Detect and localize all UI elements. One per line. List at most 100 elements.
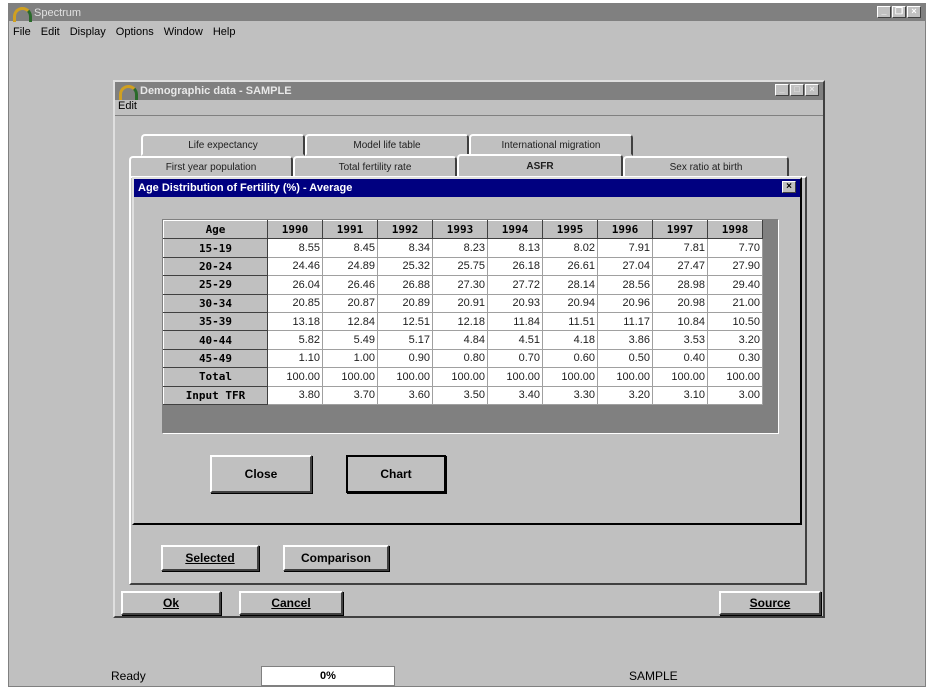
table-cell[interactable]: 4.51 (487, 330, 543, 350)
table-cell[interactable]: 20.87 (322, 293, 378, 313)
fertility-dialog-title-bar[interactable]: Age Distribution of Fertility (%) - Aver… (134, 179, 800, 197)
table-cell[interactable]: 20.94 (542, 293, 598, 313)
table-cell[interactable]: 3.86 (597, 330, 653, 350)
selected-button[interactable]: Selected (161, 545, 259, 571)
menu-options[interactable]: Options (116, 26, 154, 38)
table-cell[interactable]: 26.18 (487, 256, 543, 277)
table-cell[interactable]: 1.10 (267, 348, 323, 369)
table-cell[interactable]: 5.49 (322, 330, 378, 350)
table-cell[interactable]: 100.00 (652, 367, 708, 387)
table-cell[interactable]: 1.00 (322, 348, 378, 369)
table-cell[interactable]: 7.91 (597, 238, 653, 258)
table-cell[interactable]: 27.72 (487, 275, 543, 295)
table-cell[interactable]: 100.00 (322, 367, 378, 387)
table-cell[interactable]: 0.80 (432, 348, 488, 369)
table-cell[interactable]: 26.04 (267, 275, 323, 295)
table-cell[interactable]: 29.40 (707, 275, 763, 295)
table-cell[interactable]: 0.30 (707, 348, 763, 369)
table-cell[interactable]: 8.02 (542, 238, 598, 258)
table-cell[interactable]: 4.18 (542, 330, 598, 350)
table-cell[interactable]: 0.50 (597, 348, 653, 369)
menu-window[interactable]: Window (164, 26, 203, 38)
table-cell[interactable]: 3.60 (377, 385, 433, 405)
table-cell[interactable]: 20.96 (597, 293, 653, 313)
table-cell[interactable]: 3.20 (707, 330, 763, 350)
table-cell[interactable]: 100.00 (432, 367, 488, 387)
close-button[interactable]: Close (210, 455, 312, 493)
table-cell[interactable]: 25.32 (377, 256, 433, 277)
table-cell[interactable]: 100.00 (487, 367, 543, 387)
table-cell[interactable]: 0.40 (652, 348, 708, 369)
table-cell[interactable]: 20.91 (432, 293, 488, 313)
menu-help[interactable]: Help (213, 26, 236, 38)
table-cell[interactable]: 20.93 (487, 293, 543, 313)
table-cell[interactable]: 3.53 (652, 330, 708, 350)
maximize-icon[interactable]: □ (790, 84, 804, 96)
table-cell[interactable]: 100.00 (707, 367, 763, 387)
source-button[interactable]: Source (719, 591, 821, 615)
table-cell[interactable]: 100.00 (542, 367, 598, 387)
minimize-icon[interactable]: _ (775, 84, 789, 96)
tab-international-migration[interactable]: International migration (469, 134, 633, 156)
table-cell[interactable]: 11.51 (542, 311, 598, 332)
table-cell[interactable]: 0.70 (487, 348, 543, 369)
restore-icon[interactable]: ❐ (892, 6, 906, 18)
tab-model-life-table[interactable]: Model life table (305, 134, 469, 156)
tab-asfr[interactable]: ASFR (457, 154, 623, 178)
table-cell[interactable]: 27.47 (652, 256, 708, 277)
close-icon[interactable]: × (782, 181, 796, 193)
table-cell[interactable]: 26.88 (377, 275, 433, 295)
table-cell[interactable]: 11.84 (487, 311, 543, 332)
table-cell[interactable]: 28.56 (597, 275, 653, 295)
table-cell[interactable]: 27.04 (597, 256, 653, 277)
table-cell[interactable]: 13.18 (267, 311, 323, 332)
table-cell[interactable]: 3.10 (652, 385, 708, 405)
menu-display[interactable]: Display (70, 26, 106, 38)
table-cell[interactable]: 3.20 (597, 385, 653, 405)
demographic-window-title-bar[interactable]: Demographic data - SAMPLE _ □ × (115, 82, 823, 100)
table-cell[interactable]: 100.00 (377, 367, 433, 387)
tab-life-expectancy[interactable]: Life expectancy (141, 134, 305, 156)
table-cell[interactable]: 24.89 (322, 256, 378, 277)
table-cell[interactable]: 8.23 (432, 238, 488, 258)
table-cell[interactable]: 11.17 (597, 311, 653, 332)
table-cell[interactable]: 7.81 (652, 238, 708, 258)
table-cell[interactable]: 12.84 (322, 311, 378, 332)
table-cell[interactable]: 5.82 (267, 330, 323, 350)
table-cell[interactable]: 28.14 (542, 275, 598, 295)
table-cell[interactable]: 25.75 (432, 256, 488, 277)
tab-first-year-population[interactable]: First year population (129, 156, 293, 178)
table-cell[interactable]: 10.50 (707, 311, 763, 332)
table-cell[interactable]: 28.98 (652, 275, 708, 295)
table-cell[interactable]: 8.13 (487, 238, 543, 258)
table-cell[interactable]: 0.60 (542, 348, 598, 369)
table-cell[interactable]: 4.84 (432, 330, 488, 350)
chart-button[interactable]: Chart (346, 455, 446, 493)
close-icon[interactable]: × (907, 6, 921, 18)
table-cell[interactable]: 7.70 (707, 238, 763, 258)
table-cell[interactable]: 5.17 (377, 330, 433, 350)
table-cell[interactable]: 12.51 (377, 311, 433, 332)
table-cell[interactable]: 10.84 (652, 311, 708, 332)
table-cell[interactable]: 21.00 (707, 293, 763, 313)
ok-button[interactable]: Ok (121, 591, 221, 615)
app-title-bar[interactable]: Spectrum _ ❐ × (9, 4, 925, 22)
table-cell[interactable]: 8.45 (322, 238, 378, 258)
cancel-button[interactable]: Cancel (239, 591, 343, 615)
table-cell[interactable]: 3.30 (542, 385, 598, 405)
table-cell[interactable]: 8.55 (267, 238, 323, 258)
table-cell[interactable]: 3.50 (432, 385, 488, 405)
table-cell[interactable]: 0.90 (377, 348, 433, 369)
table-cell[interactable]: 24.46 (267, 256, 323, 277)
menu-edit[interactable]: Edit (118, 100, 137, 112)
table-cell[interactable]: 20.98 (652, 293, 708, 313)
table-cell[interactable]: 20.89 (377, 293, 433, 313)
tab-total-fertility-rate[interactable]: Total fertility rate (293, 156, 457, 178)
table-cell[interactable]: 20.85 (267, 293, 323, 313)
table-cell[interactable]: 100.00 (597, 367, 653, 387)
table-cell[interactable]: 8.34 (377, 238, 433, 258)
table-cell[interactable]: 12.18 (432, 311, 488, 332)
tab-sex-ratio-at-birth[interactable]: Sex ratio at birth (623, 156, 789, 178)
close-icon[interactable]: × (805, 84, 819, 96)
table-cell[interactable]: 26.46 (322, 275, 378, 295)
